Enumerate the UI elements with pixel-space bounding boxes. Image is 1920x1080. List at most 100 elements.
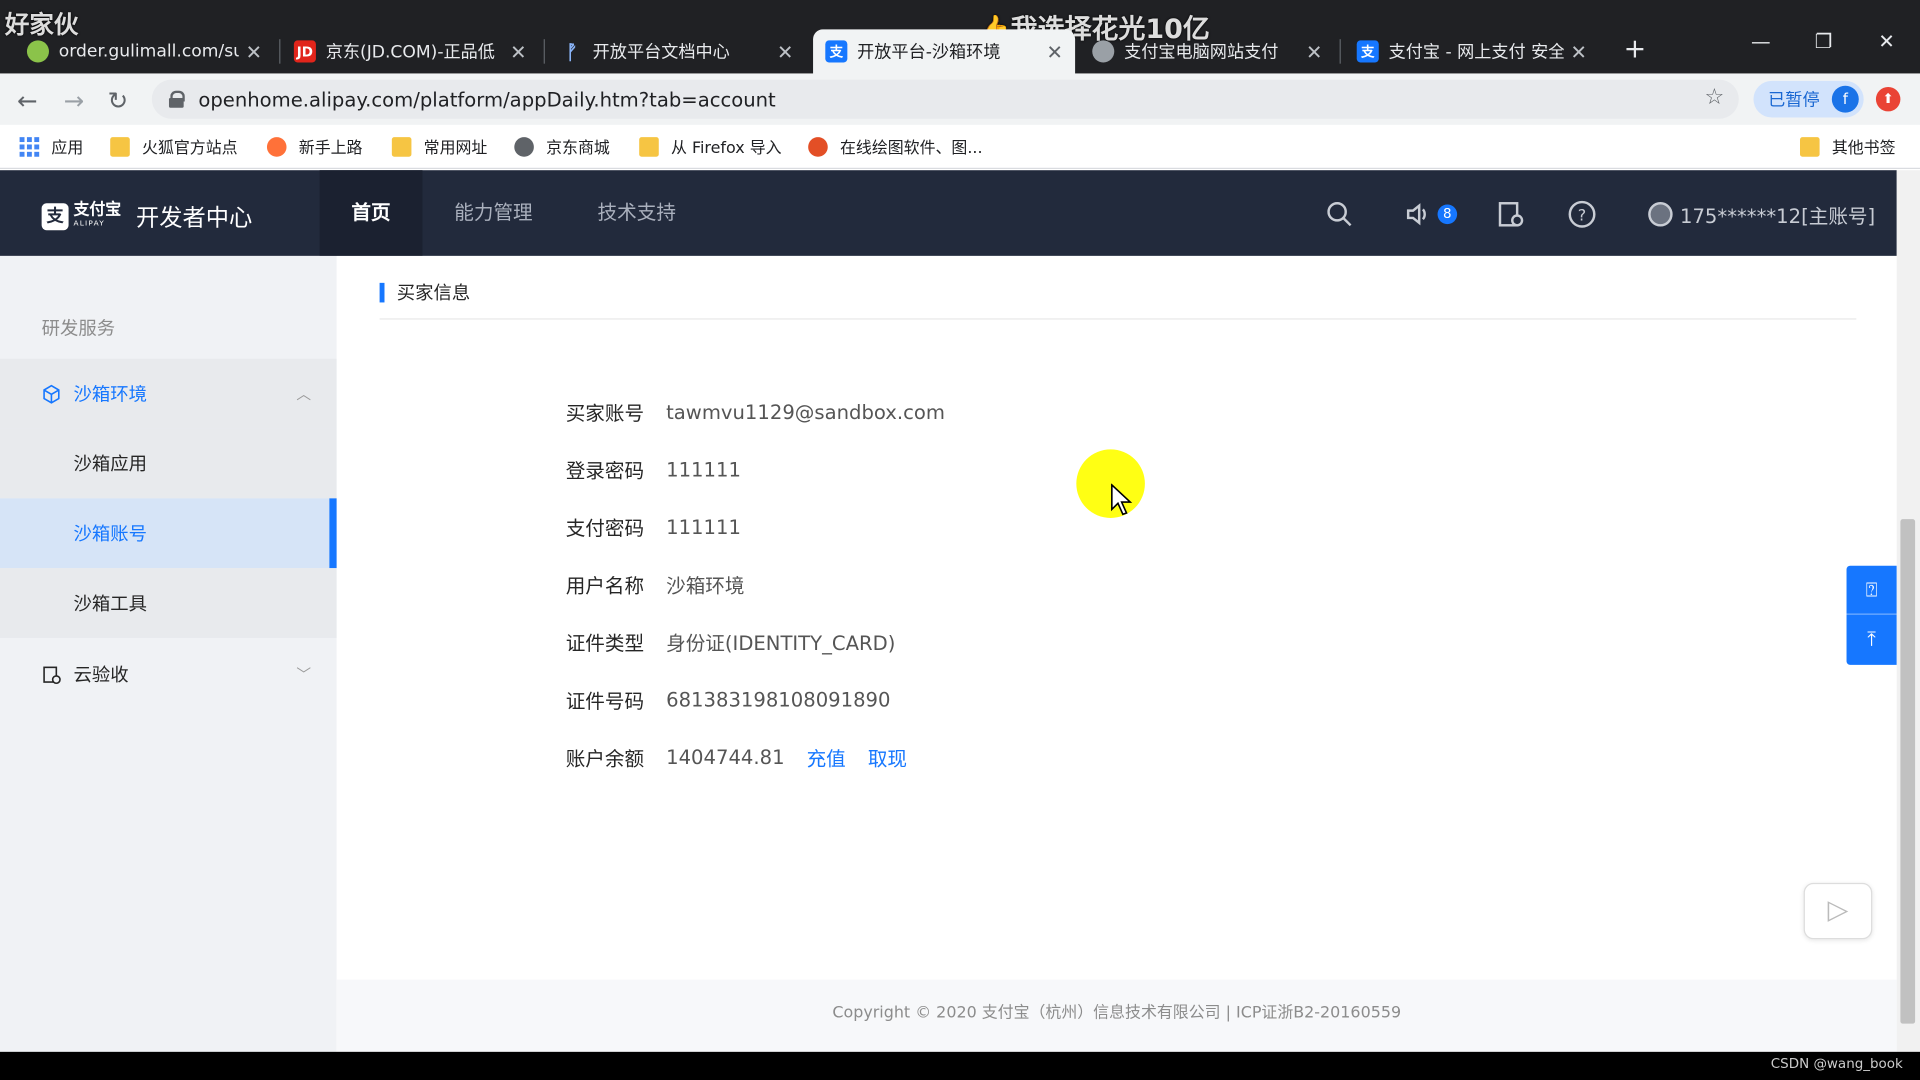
tab-3-active[interactable]: 支 开放平台-沙箱环境 ✕: [813, 29, 1076, 74]
field-pay-password: 支付密码 111111: [566, 513, 741, 540]
scrollbar-thumb[interactable]: [1900, 519, 1916, 1024]
tab-favicon-icon: ᚡ: [565, 39, 578, 64]
bookmark-label: 应用: [51, 139, 84, 158]
address-bar[interactable]: openhome.alipay.com/platform/appDaily.ht…: [151, 79, 1739, 119]
withdraw-link[interactable]: 取现: [868, 742, 907, 771]
sidebar-group-label: 沙箱环境: [73, 383, 147, 406]
bottom-strip: CSDN @wang_book: [0, 1051, 1920, 1080]
close-tab-icon[interactable]: ✕: [246, 40, 262, 63]
globe-icon: [514, 136, 534, 157]
history-doc-icon[interactable]: [1496, 200, 1525, 234]
svg-text:?: ?: [1578, 205, 1586, 224]
tab-5[interactable]: 支 支付宝 - 网上支付 安全 ✕: [1344, 29, 1599, 73]
close-tab-icon[interactable]: ✕: [1306, 40, 1322, 63]
tab-title: 京东(JD.COM)-正品低: [325, 42, 495, 63]
url-text: openhome.alipay.com/platform/appDaily.ht…: [198, 87, 776, 111]
field-label: 登录密码: [565, 459, 645, 483]
feedback-icon[interactable]: ⍰: [1846, 566, 1897, 615]
bookmark-label: 在线绘图软件、图...: [840, 139, 983, 158]
field-value: 身份证(IDENTITY_CARD): [666, 631, 896, 656]
divider: [379, 318, 1857, 320]
close-window-icon[interactable]: ✕: [1878, 29, 1894, 52]
field-value: 111111: [666, 457, 741, 481]
sidebar-group-sandbox[interactable]: 沙箱环境 ︿: [0, 358, 337, 429]
alipay-logo[interactable]: 支 支付宝 ALIPAY 开发者中心: [41, 200, 252, 233]
page-scrollbar[interactable]: [1896, 170, 1920, 1052]
sidebar-group-cloud-acceptance[interactable]: 云验收 ﹀: [0, 639, 337, 709]
bookmark-star-icon[interactable]: ☆: [1704, 84, 1724, 110]
sidebar-item-sandbox-tools[interactable]: 沙箱工具: [0, 568, 337, 638]
bookmark-item[interactable]: 常用网址: [391, 135, 487, 158]
field-value: 111111: [666, 514, 741, 539]
bookmark-label: 京东商城: [546, 139, 610, 158]
speaker-icon[interactable]: [1403, 200, 1432, 234]
nav-support[interactable]: 技术支持: [566, 170, 708, 256]
browser-window: 好家伙 👍我选择花光10亿 order.gulimall.com/su ✕ JD…: [0, 0, 1920, 1080]
tab-title: 支付宝电脑网站支付: [1124, 42, 1279, 63]
bookmark-other[interactable]: 其他书签: [1800, 135, 1896, 158]
floating-toolbar: ⍰ ⤒: [1846, 565, 1897, 665]
help-icon[interactable]: ?: [1567, 200, 1596, 234]
bookmark-apps[interactable]: 应用: [19, 135, 84, 158]
search-icon[interactable]: [1325, 200, 1354, 234]
watermark-credit: CSDN @wang_book: [1770, 1055, 1903, 1072]
close-tab-icon[interactable]: ✕: [1046, 40, 1062, 63]
profile-avatar: f: [1831, 85, 1859, 113]
nav-home[interactable]: 首页: [319, 170, 423, 256]
video-play-icon[interactable]: ▷: [1803, 882, 1873, 940]
folder-icon: [639, 136, 659, 157]
new-tab-button[interactable]: +: [1624, 34, 1647, 65]
section-title: 买家信息: [379, 282, 470, 303]
sidebar-item-label: 沙箱账号: [73, 522, 147, 545]
field-login-password: 登录密码 111111: [565, 456, 741, 483]
sidebar-item-sandbox-account[interactable]: 沙箱账号: [0, 498, 337, 569]
reload-icon[interactable]: ↻: [108, 86, 129, 115]
back-to-top-icon[interactable]: ⤒: [1847, 615, 1897, 664]
bookmark-item[interactable]: 从 Firefox 导入: [639, 135, 782, 158]
folder-icon: [110, 136, 130, 157]
tab-title: 开放平台文档中心: [592, 42, 730, 63]
account-menu[interactable]: 175******12[主账号]: [1648, 200, 1875, 229]
bookmark-label: 新手上路: [298, 139, 363, 158]
tab-2[interactable]: ᚡ 开放平台文档中心 ✕: [549, 29, 806, 73]
tab-title: 支付宝 - 网上支付 安全: [1388, 42, 1564, 63]
drawing-app-icon: [808, 136, 828, 157]
profile-status: 已暂停: [1768, 90, 1820, 111]
tab-1[interactable]: JD 京东(JD.COM)-正品低 ✕: [282, 29, 539, 73]
chevron-down-icon: ﹀: [296, 666, 312, 684]
close-tab-icon[interactable]: ✕: [777, 40, 793, 63]
close-tab-icon[interactable]: ✕: [510, 40, 526, 63]
nav-capability[interactable]: 能力管理: [422, 170, 564, 256]
mouse-cursor-icon: [1111, 483, 1133, 516]
bookmark-item[interactable]: 火狐官方站点: [110, 135, 238, 158]
tab-favicon-icon: [26, 40, 49, 63]
restore-icon[interactable]: ❐: [1815, 29, 1833, 52]
close-tab-icon[interactable]: ✕: [1571, 40, 1587, 63]
footer-copyright: Copyright © 2020 支付宝（杭州）信息技术有限公司 | ICP证浙…: [336, 979, 1897, 1052]
recharge-link[interactable]: 充值: [807, 742, 846, 771]
address-toolbar: ← → ↻ openhome.alipay.com/platform/appDa…: [0, 73, 1920, 125]
tab-0[interactable]: order.gulimall.com/su ✕: [15, 29, 275, 73]
bookmark-item[interactable]: 新手上路: [266, 135, 363, 158]
tab-4[interactable]: 支付宝电脑网站支付 ✕: [1080, 29, 1335, 73]
cube-icon: [43, 384, 60, 404]
alipay-favicon-icon: 支: [825, 40, 848, 63]
forward-icon[interactable]: →: [64, 86, 85, 115]
extension-icon[interactable]: ⬆: [1875, 86, 1901, 112]
logo-brand: 支付宝 ALIPAY: [73, 200, 122, 228]
profile-paused-button[interactable]: 已暂停 f: [1753, 80, 1864, 118]
field-label: 支付密码: [565, 516, 645, 541]
bookmark-item[interactable]: 在线绘图软件、图...: [808, 135, 983, 158]
tab-title: order.gulimall.com/su: [58, 41, 239, 62]
sidebar: 研发服务 沙箱环境 ︿ 沙箱应用 沙箱账号 沙箱工具 云验收 ﹀: [0, 255, 337, 1052]
minimize-icon[interactable]: —: [1751, 29, 1771, 52]
alipay-favicon-icon: 支: [1356, 40, 1379, 63]
bookmark-item[interactable]: 京东商城: [514, 135, 610, 158]
globe-icon: [1092, 40, 1115, 63]
back-icon[interactable]: ←: [17, 86, 38, 115]
notification-badge: 8: [1437, 204, 1458, 225]
chevron-up-icon: ︿: [296, 385, 312, 403]
field-user-name: 用户名称 沙箱环境: [566, 571, 745, 597]
sidebar-item-sandbox-app[interactable]: 沙箱应用: [0, 428, 337, 499]
field-balance: 账户余额 1404744.81 充值 取现: [566, 743, 907, 770]
